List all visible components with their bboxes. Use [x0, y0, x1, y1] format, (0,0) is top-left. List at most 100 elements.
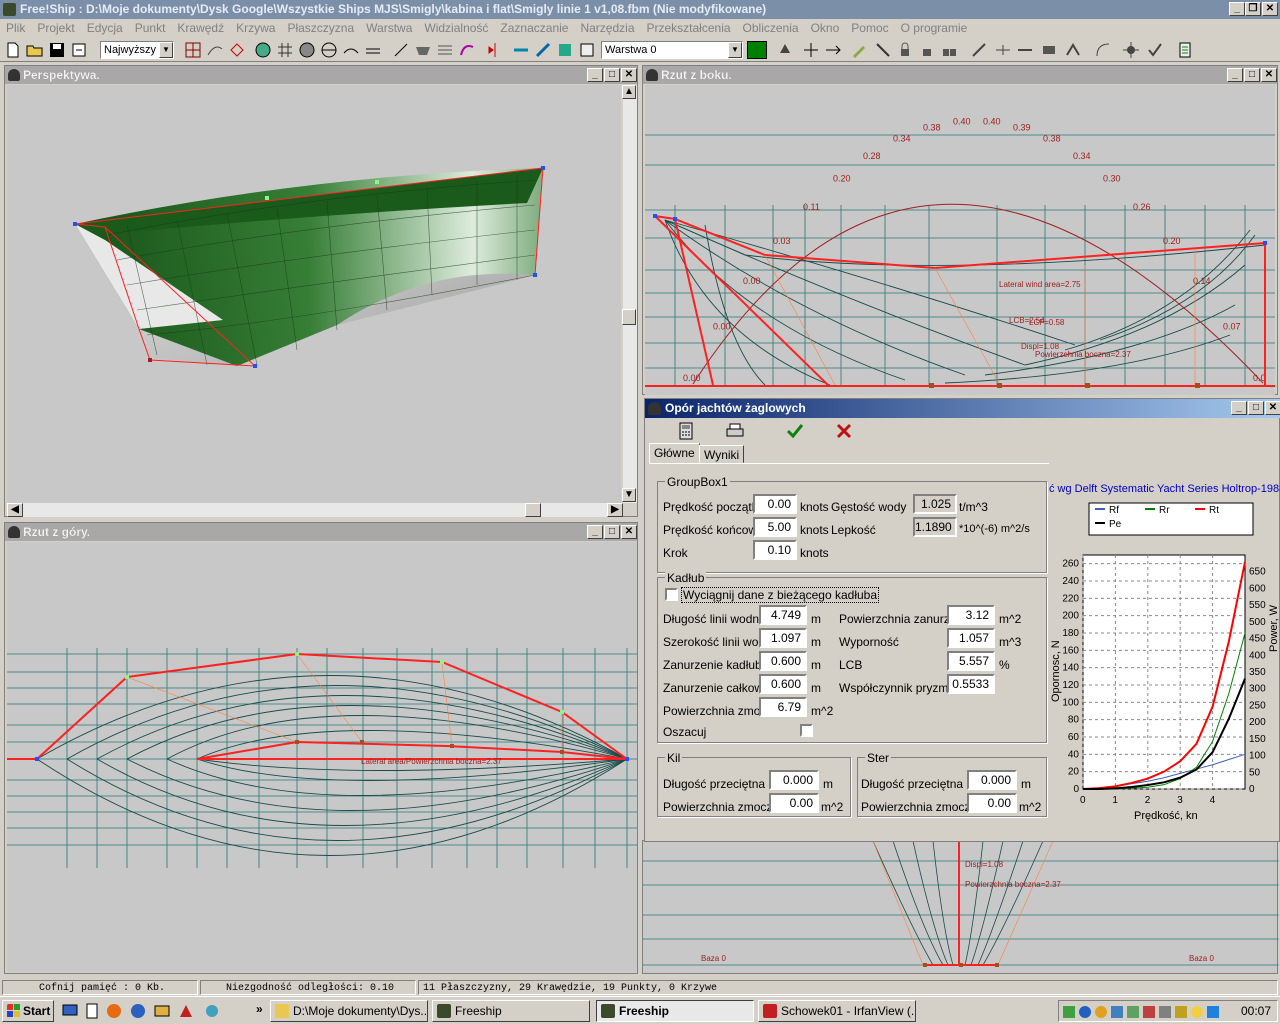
perspective-vscroll[interactable]: ▲ ▼ [622, 85, 637, 503]
desktop-icon[interactable] [62, 1003, 78, 1019]
cancel-x-icon[interactable] [835, 422, 853, 440]
menu-narzedzia[interactable]: Narzędzia [574, 19, 640, 38]
tab-wyniki[interactable]: Wyniki [699, 445, 745, 463]
draft-hull-input[interactable]: 0.600 [759, 651, 807, 671]
menu-widzialnosc[interactable]: Widzialność [418, 19, 494, 38]
top-viewport[interactable]: Lateral area/Powierzchnia boczna=2.37 [7, 542, 637, 972]
curvature-icon[interactable] [228, 41, 246, 59]
tab-glowne[interactable]: Główne [649, 443, 700, 463]
unlock-icon[interactable] [918, 41, 936, 59]
lcb-input[interactable]: 5.557 [947, 651, 995, 671]
extract-hull-label[interactable]: Wyciągnij dane z bieżącego kadłuba [681, 587, 880, 603]
menu-krzywa[interactable]: Krzywa [230, 19, 281, 38]
move-icon[interactable] [802, 41, 820, 59]
menu-plaszczyzna[interactable]: Płaszczyzna [281, 19, 360, 38]
interior-edges-icon[interactable] [206, 41, 224, 59]
hydrostatics-icon[interactable] [534, 41, 552, 59]
menu-plik[interactable]: Plik [0, 19, 31, 38]
minimize-button[interactable]: _ [1229, 2, 1245, 16]
restore-button[interactable]: ❐ [1245, 2, 1261, 16]
side-minimize-button[interactable]: _ [1227, 68, 1243, 82]
menu-zaznaczanie[interactable]: Zaznaczanie [494, 19, 574, 38]
task-freeship-2[interactable]: Freeship [596, 1000, 754, 1022]
menu-warstwa[interactable]: Warstwa [360, 19, 418, 38]
start-button[interactable]: Start [2, 1000, 54, 1022]
perspective-hscroll[interactable]: ◀ ▶ [7, 503, 623, 517]
dialog-maximize-button[interactable]: □ [1248, 401, 1264, 415]
side-maximize-button[interactable]: □ [1244, 68, 1260, 82]
side-viewport[interactable]: 0.00 0.00 0.00 0.03 0.11 0.20 0.28 0.34 0.38 0.40… [645, 85, 1275, 395]
firefox-icon[interactable] [106, 1003, 122, 1019]
flowlines-icon[interactable] [436, 41, 454, 59]
open-folder-icon[interactable] [26, 41, 44, 59]
lwl-input[interactable]: 4.749 [759, 605, 807, 625]
menu-okno[interactable]: Okno [805, 19, 846, 38]
wetted-input[interactable]: 6.79 [759, 697, 807, 717]
rudder-chord-input[interactable]: 0.000 [967, 770, 1017, 790]
top-maximize-button[interactable]: □ [604, 525, 620, 539]
menu-projekt[interactable]: Projekt [31, 19, 80, 38]
speed-end-input[interactable]: 5.00 [753, 517, 797, 537]
layer-color-icon[interactable] [556, 41, 574, 59]
hull-shape-icon[interactable] [414, 41, 432, 59]
diagonals-icon[interactable] [392, 41, 410, 59]
unlock-all-icon[interactable] [940, 41, 958, 59]
stations-icon[interactable] [320, 41, 338, 59]
new-point-icon[interactable] [776, 41, 794, 59]
check-model-icon[interactable] [1146, 41, 1164, 59]
import-icon[interactable] [70, 41, 88, 59]
print-icon[interactable] [725, 422, 745, 440]
markers-icon[interactable] [512, 41, 530, 59]
new-face-icon[interactable] [1040, 41, 1058, 59]
pencil-icon[interactable] [850, 41, 868, 59]
buttocks-icon[interactable] [342, 41, 360, 59]
grid-icon[interactable] [276, 41, 294, 59]
draft-total-input[interactable]: 0.600 [759, 674, 807, 694]
new-file-icon[interactable] [4, 41, 22, 59]
quick-launch-more[interactable]: » [256, 1002, 263, 1016]
bwl-input[interactable]: 1.097 [759, 628, 807, 648]
task-irfanview[interactable]: Schowek01 - IrfanView (... [758, 1000, 916, 1022]
top-minimize-button[interactable]: _ [587, 525, 603, 539]
notepad-icon[interactable] [84, 1003, 100, 1019]
sphere-icon[interactable] [298, 41, 316, 59]
task-freeship-1[interactable]: Freeship [432, 1000, 590, 1022]
keel-area-input[interactable]: 0.00 [769, 793, 819, 813]
dialog-minimize-button[interactable]: _ [1231, 401, 1247, 415]
top-close-button[interactable]: ✕ [621, 525, 637, 539]
lock-icon[interactable] [896, 41, 914, 59]
step-input[interactable]: 0.10 [753, 540, 797, 560]
layer-select[interactable]: Warstwa 0 ▼ [601, 41, 743, 59]
sun-icon[interactable] [1122, 41, 1140, 59]
precision-select[interactable]: Najwyższy ▼ [100, 41, 174, 59]
intersections-icon[interactable] [1176, 41, 1194, 59]
keel-chord-input[interactable]: 0.000 [769, 770, 819, 790]
extract-hull-checkbox[interactable] [665, 588, 678, 601]
menu-obliczenia[interactable]: Obliczenia [737, 19, 805, 38]
point-align-icon[interactable] [874, 41, 892, 59]
fairing-checkbox[interactable] [800, 724, 813, 737]
waterlines-icon[interactable] [364, 41, 382, 59]
mirror-icon[interactable] [486, 41, 504, 59]
perspective-viewport[interactable] [7, 85, 621, 503]
collapse-edge-icon[interactable] [1016, 41, 1034, 59]
layer-props-icon[interactable] [578, 41, 596, 59]
extrude-icon[interactable] [824, 41, 842, 59]
perspective-minimize-button[interactable]: _ [587, 68, 603, 82]
calculator-icon[interactable] [677, 422, 695, 440]
menu-krawedz[interactable]: Krawędź [171, 19, 230, 38]
menu-punkt[interactable]: Punkt [129, 19, 172, 38]
layer-color-swatch[interactable] [747, 41, 767, 59]
freeship-quick-icon[interactable] [178, 1003, 194, 1019]
new-curve-icon[interactable] [1094, 41, 1112, 59]
outlook-icon[interactable] [154, 1003, 170, 1019]
menu-pomoc[interactable]: Pomoc [845, 19, 894, 38]
perspective-close-button[interactable]: ✕ [621, 68, 637, 82]
menu-o-programie[interactable]: O programie [895, 19, 974, 38]
menu-przeksztalcenia[interactable]: Przekształcenia [641, 19, 737, 38]
submerged-area-input[interactable]: 3.12 [947, 605, 995, 625]
curvature-plot-icon[interactable] [458, 41, 476, 59]
split-edge-icon[interactable] [994, 41, 1012, 59]
crease-icon[interactable] [1064, 41, 1082, 59]
displacement-input[interactable]: 1.057 [947, 628, 995, 648]
